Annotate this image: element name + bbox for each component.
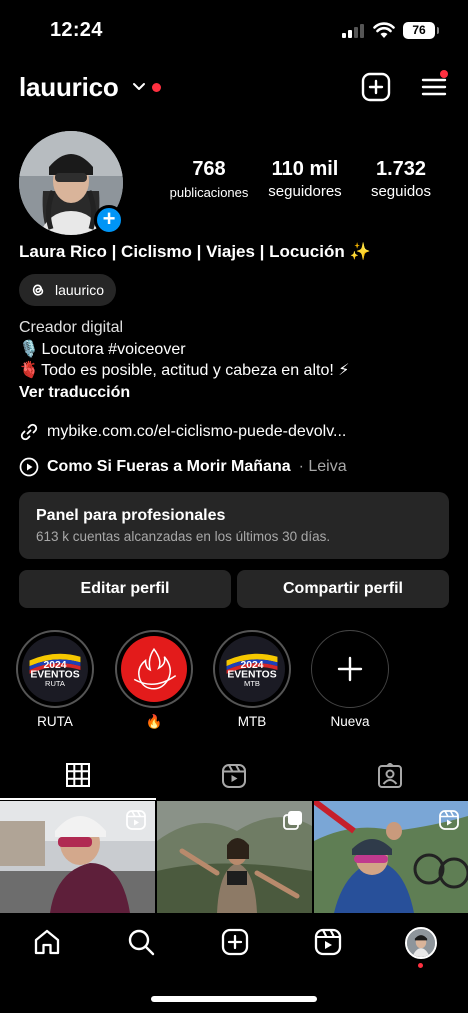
tab-reels[interactable] [156,752,312,800]
wifi-icon [373,22,395,38]
tab-tagged[interactable] [312,752,468,800]
link-icon [20,423,38,441]
post-thumbnail[interactable] [157,801,312,913]
search-icon[interactable] [126,927,156,957]
threads-badge[interactable]: lauurico [19,274,117,306]
share-profile-button[interactable]: Compartir perfil [237,570,449,608]
new-highlight-button[interactable]: Nueva [310,630,390,729]
highlight-label: Nueva [330,714,370,729]
create-post-button[interactable] [361,72,391,102]
bio-line-1-text: Locutora #voiceover [41,340,186,358]
notification-dot [152,83,161,92]
microphone-emoji: 🎙️ [19,340,39,358]
bio-line-1: 🎙️ Locutora #voiceover [19,339,349,361]
highlight-ring: 2024 EVENTOS RUTA [16,630,94,708]
profile-link-text: mybike.com.co/el-ciclismo-puede-devolv..… [47,423,347,440]
reels-icon[interactable] [313,927,343,957]
bio-line-2-text: Todo es posible, actitud y cabeza en alt… [41,362,350,379]
battery-indicator: 76 [403,22,439,39]
threads-icon [32,284,44,296]
following-value: 1.732 [375,158,427,180]
reels-icon [222,764,246,788]
profile-music[interactable]: Como Si Fueras a Morir Mañana · Leiva [19,457,347,477]
highlight-ring [115,630,193,708]
chevron-down-icon[interactable] [132,81,146,93]
profile-category: Creador digital [19,319,124,336]
post-thumbnail[interactable] [314,801,468,913]
create-icon[interactable] [220,927,250,957]
profile-tabs [0,752,468,800]
threads-handle: lauurico [55,282,105,298]
signal-icon [342,24,366,38]
highlight-label: RUTA [37,714,73,729]
highlight-cover: 2024 EVENTOS RUTA [22,636,88,702]
menu-notification-dot [440,70,448,78]
home-indicator[interactable] [151,996,317,1002]
posts-value: 768 [192,158,226,180]
tagged-icon [378,763,402,788]
play-circle-icon [19,457,39,477]
professional-dashboard[interactable]: Panel para profesionales 613 k cuentas a… [19,492,449,559]
profile-full-name: Laura Rico | Ciclismo | Viajes | Locució… [19,242,371,261]
posts-count: 768 publicaciones [163,158,255,200]
highlight-ring: 2024 EVENTOS MTB [213,630,291,708]
bottom-navigation [0,913,468,1013]
see-translation-link[interactable]: Ver traducción [19,382,349,404]
status-time: 12:24 [50,19,103,41]
highlight-label: 🔥 [145,714,163,729]
plus-icon [337,656,363,682]
reels-badge-icon [126,810,146,830]
post-thumbnail[interactable] [0,801,155,913]
highlight-fire[interactable]: 🔥 [114,630,194,730]
carousel-badge-icon [283,811,302,830]
profile-avatar-nav[interactable] [405,927,437,959]
highlight-cover: 2024 EVENTOS MTB [219,636,285,702]
panel-title: Panel para profesionales [36,507,226,524]
heart-emoji: 🫀 [19,362,39,379]
highlight-cover [121,636,187,702]
highlight-cover-sub: RUTA [45,679,66,688]
profile-header: lauurico [0,64,468,112]
profile-notification-dot [418,963,423,968]
followers-value: 110 mil [271,158,339,180]
highlight-mtb[interactable]: 2024 EVENTOS MTB MTB [212,630,292,729]
posts-grid [0,801,468,913]
status-bar: 12:24 76 [0,0,468,60]
bio: Creador digital 🎙️ Locutora #voiceover 🫀… [19,317,349,403]
home-icon[interactable] [32,927,62,957]
highlight-ring [311,630,389,708]
tab-posts-grid[interactable] [0,752,156,800]
following-label: seguidos [370,183,432,200]
edit-profile-button[interactable]: Editar perfil [19,570,231,608]
highlight-cover-sub: MTB [244,679,260,688]
profile-link[interactable]: mybike.com.co/el-ciclismo-puede-devolv..… [19,422,346,442]
add-story-button[interactable]: + [94,205,124,235]
posts-label: publicaciones [169,185,249,200]
panel-subtitle: 613 k cuentas alcanzadas en los últimos … [36,529,331,544]
following-count[interactable]: 1.732 seguidos [362,158,440,200]
followers-count[interactable]: 110 mil seguidores [258,158,352,200]
reels-badge-icon [439,810,459,830]
highlight-ruta[interactable]: 2024 EVENTOS RUTA RUTA [15,630,95,729]
followers-label: seguidores [268,183,342,200]
grid-icon [66,763,90,787]
bio-line-2: 🫀 Todo es posible, actitud y cabeza en a… [19,360,349,382]
username-switcher[interactable]: lauurico [19,72,119,103]
highlight-label: MTB [237,714,267,729]
song-artist: · Leiva [298,458,347,475]
song-title: Como Si Fueras a Morir Mañana [47,458,291,475]
